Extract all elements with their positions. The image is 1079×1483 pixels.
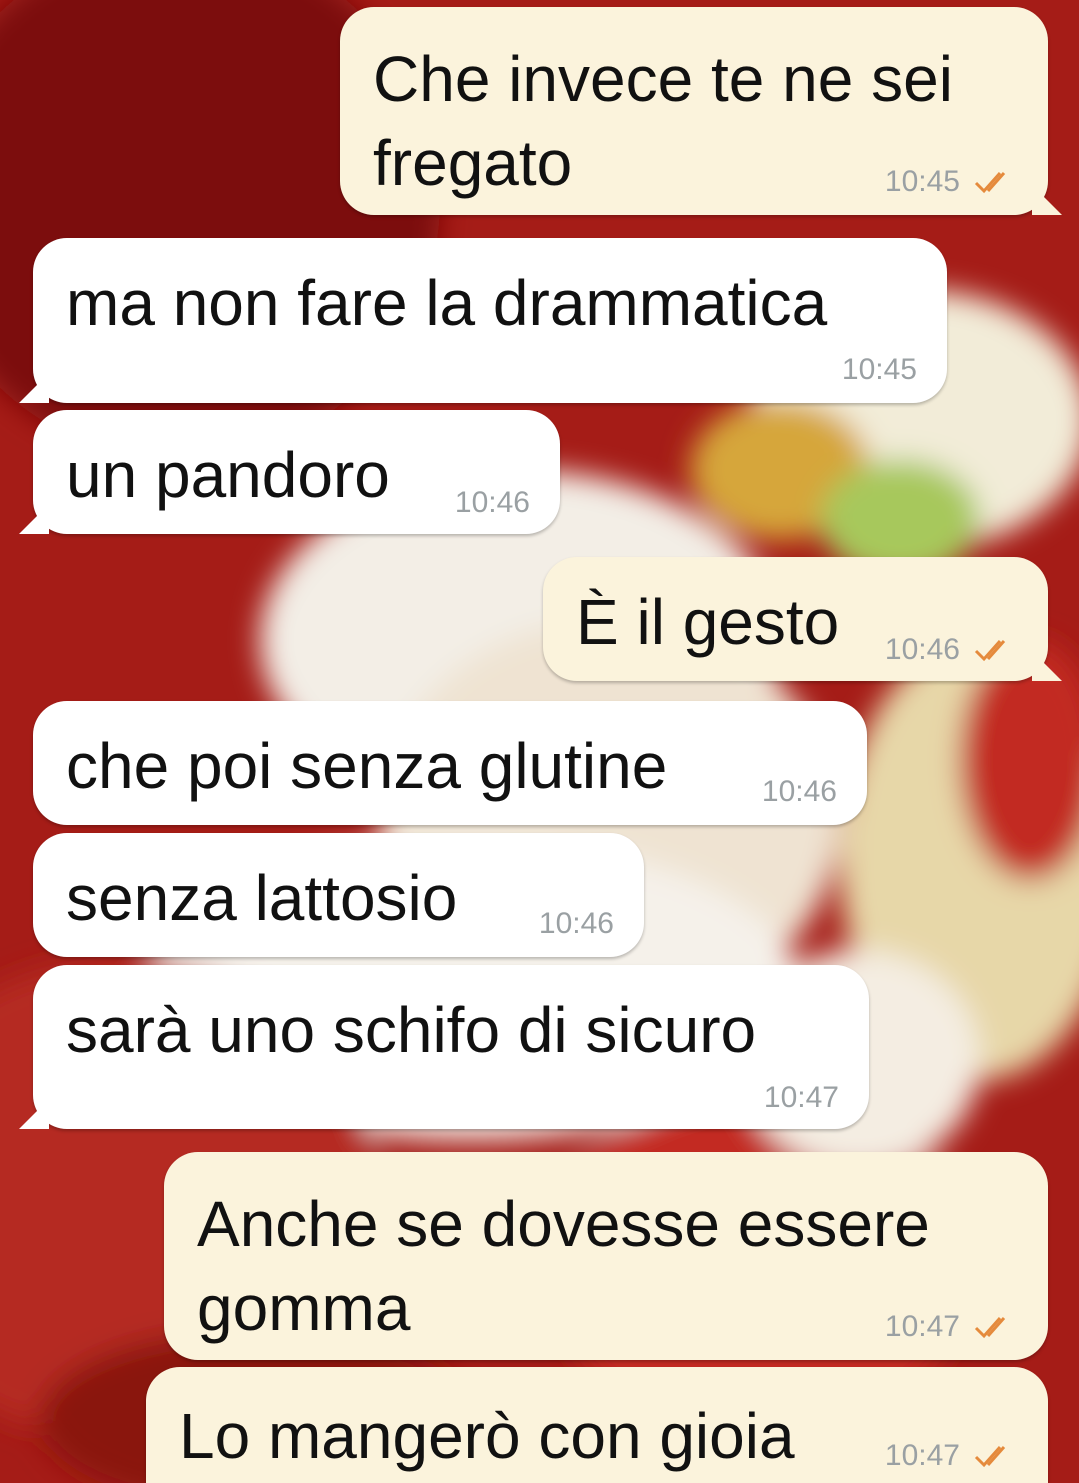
- message-text: un pandoro: [66, 439, 390, 511]
- message-text: senza lattosio: [66, 862, 458, 934]
- message-timestamp: 10:46: [538, 907, 614, 940]
- message-meta: 10:47: [885, 1436, 1014, 1475]
- message-timestamp: 10:45: [841, 353, 917, 386]
- message-timestamp: 10:46: [884, 633, 960, 666]
- message-meta: 10:45: [885, 162, 1014, 201]
- chat-message-list[interactable]: Che invece te ne sei fregato 10:45 ma no…: [0, 0, 1079, 1483]
- message-text: Anche se dovesse essere gomma: [197, 1188, 930, 1344]
- message-bubble-outgoing[interactable]: È il gesto 10:46: [543, 557, 1062, 681]
- message-timestamp: 10:47: [884, 1310, 960, 1343]
- message-bubble-incoming[interactable]: che poi senza glutine 10:46: [33, 701, 867, 825]
- message-meta: 10:46: [762, 772, 837, 811]
- message-text: sarà uno schifo di sicuro: [66, 994, 757, 1066]
- read-double-check-icon: [974, 169, 1014, 195]
- message-bubble-incoming[interactable]: sarà uno schifo di sicuro 10:47: [19, 965, 869, 1129]
- read-double-check-icon: [974, 637, 1014, 663]
- message-text: Che invece te ne sei fregato: [373, 43, 953, 199]
- message-meta: 10:45: [842, 350, 917, 389]
- message-text: ma non fare la drammatica: [66, 267, 828, 339]
- message-bubble-incoming[interactable]: ma non fare la drammatica 10:45: [19, 238, 947, 403]
- message-meta: 10:46: [455, 483, 530, 522]
- message-meta: 10:47: [885, 1307, 1014, 1346]
- message-timestamp: 10:45: [884, 165, 960, 198]
- message-text: che poi senza glutine: [66, 730, 668, 802]
- message-meta: 10:46: [539, 904, 614, 943]
- message-timestamp: 10:46: [454, 486, 530, 519]
- message-text: È il gesto: [576, 586, 840, 658]
- message-bubble-outgoing[interactable]: Anche se dovesse essere gomma 10:47: [164, 1152, 1048, 1360]
- message-meta: 10:47: [764, 1078, 839, 1117]
- message-timestamp: 10:47: [884, 1439, 960, 1472]
- message-meta: 10:46: [885, 630, 1014, 669]
- message-bubble-outgoing[interactable]: Che invece te ne sei fregato 10:45: [340, 7, 1062, 215]
- read-double-check-icon: [974, 1314, 1014, 1340]
- message-bubble-outgoing[interactable]: Lo mangerò con gioia 10:47: [146, 1367, 1048, 1483]
- message-text: Lo mangerò con gioia: [179, 1400, 795, 1472]
- message-timestamp: 10:46: [761, 775, 837, 808]
- read-double-check-icon: [974, 1443, 1014, 1469]
- message-bubble-incoming[interactable]: un pandoro 10:46: [19, 410, 560, 534]
- message-timestamp: 10:47: [763, 1081, 839, 1114]
- message-bubble-incoming[interactable]: senza lattosio 10:46: [33, 833, 644, 957]
